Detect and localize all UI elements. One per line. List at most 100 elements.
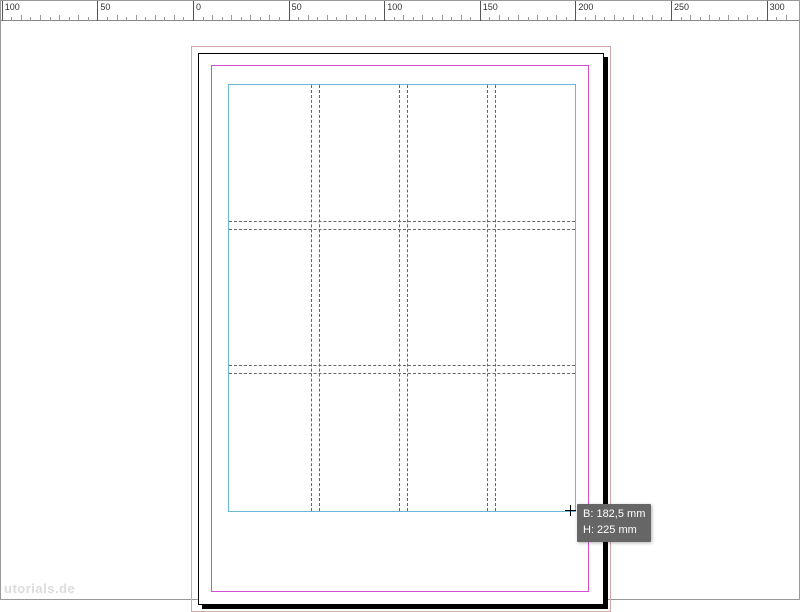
pasteboard[interactable]: B: 182,5 mm H: 225 mm utorials.de [1, 21, 799, 599]
ruler-label: 50 [100, 2, 110, 12]
ruler-sub-tick [757, 17, 758, 21]
ruler-minor-tick [231, 15, 232, 21]
ruler-minor-tick [155, 15, 156, 21]
ruler-sub-tick [661, 17, 662, 21]
ruler-sub-tick [88, 17, 89, 21]
row-guide [229, 365, 575, 366]
ruler-minor-tick [633, 15, 634, 21]
ruler-minor-tick [59, 15, 60, 21]
column-guide [487, 85, 488, 511]
horizontal-ruler[interactable]: 100 50 0 50 100 150 200 250 300 [1, 1, 799, 21]
ruler-sub-tick [375, 17, 376, 21]
ruler-label: 200 [578, 2, 593, 12]
ruler-sub-tick [604, 17, 605, 21]
ruler-minor-tick [518, 15, 519, 21]
ruler-minor-tick [269, 15, 270, 21]
ruler-minor-tick [537, 15, 538, 21]
ruler-sub-tick [394, 17, 395, 21]
ruler-sub-tick [547, 17, 548, 21]
text-frame[interactable] [228, 84, 576, 512]
ruler-minor-tick [40, 15, 41, 21]
ruler-sub-tick [145, 17, 146, 21]
row-guide [229, 373, 575, 374]
ruler-major-tick: 300 [767, 1, 768, 21]
ruler-major-tick: 150 [480, 1, 481, 21]
ruler-minor-tick [499, 15, 500, 21]
ruler-minor-tick [422, 15, 423, 21]
ruler-sub-tick [164, 17, 165, 21]
row-guide [229, 221, 575, 222]
ruler-major-tick: 100 [2, 1, 3, 21]
ruler-sub-tick [623, 17, 624, 21]
column-guide [495, 85, 496, 511]
ruler-sub-tick [126, 17, 127, 21]
row-guide [229, 229, 575, 230]
ruler-minor-tick [690, 15, 691, 21]
ruler-minor-tick [614, 15, 615, 21]
ruler-sub-tick [681, 17, 682, 21]
ruler-minor-tick [136, 15, 137, 21]
ruler-sub-tick [222, 17, 223, 21]
ruler-major-tick: 250 [671, 1, 672, 21]
ruler-sub-tick [11, 17, 12, 21]
ruler-major-tick: 100 [384, 1, 385, 21]
ruler-sub-tick [508, 17, 509, 21]
ruler-sub-tick [470, 17, 471, 21]
ruler-major-tick: 200 [575, 1, 576, 21]
ruler-minor-tick [403, 15, 404, 21]
ruler-sub-tick [30, 17, 31, 21]
ruler-minor-tick [78, 15, 79, 21]
ruler-minor-tick [250, 15, 251, 21]
ruler-minor-tick [346, 15, 347, 21]
ruler-sub-tick [183, 17, 184, 21]
ruler-minor-tick [117, 15, 118, 21]
ruler-sub-tick [413, 17, 414, 21]
ruler-sub-tick [489, 17, 490, 21]
ruler-label: 250 [674, 2, 689, 12]
ruler-sub-tick [317, 17, 318, 21]
ruler-minor-tick [652, 15, 653, 21]
ruler-sub-tick [50, 17, 51, 21]
column-guide [311, 85, 312, 511]
ruler-sub-tick [241, 17, 242, 21]
ruler-sub-tick [356, 17, 357, 21]
ruler-sub-tick [776, 17, 777, 21]
ruler-label: 50 [292, 2, 302, 12]
ruler-minor-tick [174, 15, 175, 21]
ruler-sub-tick [298, 17, 299, 21]
ruler-minor-tick [595, 15, 596, 21]
ruler-sub-tick [107, 17, 108, 21]
ruler-label: 100 [387, 2, 402, 12]
ruler-minor-tick [747, 15, 748, 21]
ruler-sub-tick [451, 17, 452, 21]
ruler-label: 100 [5, 2, 20, 12]
ruler-minor-tick [709, 15, 710, 21]
ruler-minor-tick [327, 15, 328, 21]
ruler-label: 150 [483, 2, 498, 12]
ruler-major-tick: 50 [289, 1, 290, 21]
ruler-sub-tick [528, 17, 529, 21]
ruler-minor-tick [728, 15, 729, 21]
ruler-sub-tick [432, 17, 433, 21]
tooltip-width: B: 182,5 mm [583, 507, 645, 523]
ruler-sub-tick [700, 17, 701, 21]
ruler-minor-tick [442, 15, 443, 21]
app-viewport: 100 50 0 50 100 150 200 250 300 B: 182,5 mm H: 2… [0, 0, 800, 600]
column-guide [319, 85, 320, 511]
ruler-sub-tick [279, 17, 280, 21]
ruler-sub-tick [336, 17, 337, 21]
ruler-sub-tick [260, 17, 261, 21]
ruler-sub-tick [585, 17, 586, 21]
ruler-sub-tick [642, 17, 643, 21]
ruler-minor-tick [461, 15, 462, 21]
ruler-sub-tick [203, 17, 204, 21]
column-guide [399, 85, 400, 511]
ruler-minor-tick [786, 15, 787, 21]
column-guide [407, 85, 408, 511]
ruler-sub-tick [69, 17, 70, 21]
ruler-minor-tick [308, 15, 309, 21]
ruler-label: 0 [196, 2, 201, 12]
ruler-label: 300 [770, 2, 785, 12]
ruler-minor-tick [365, 15, 366, 21]
transform-tooltip: B: 182,5 mm H: 225 mm [577, 504, 651, 542]
